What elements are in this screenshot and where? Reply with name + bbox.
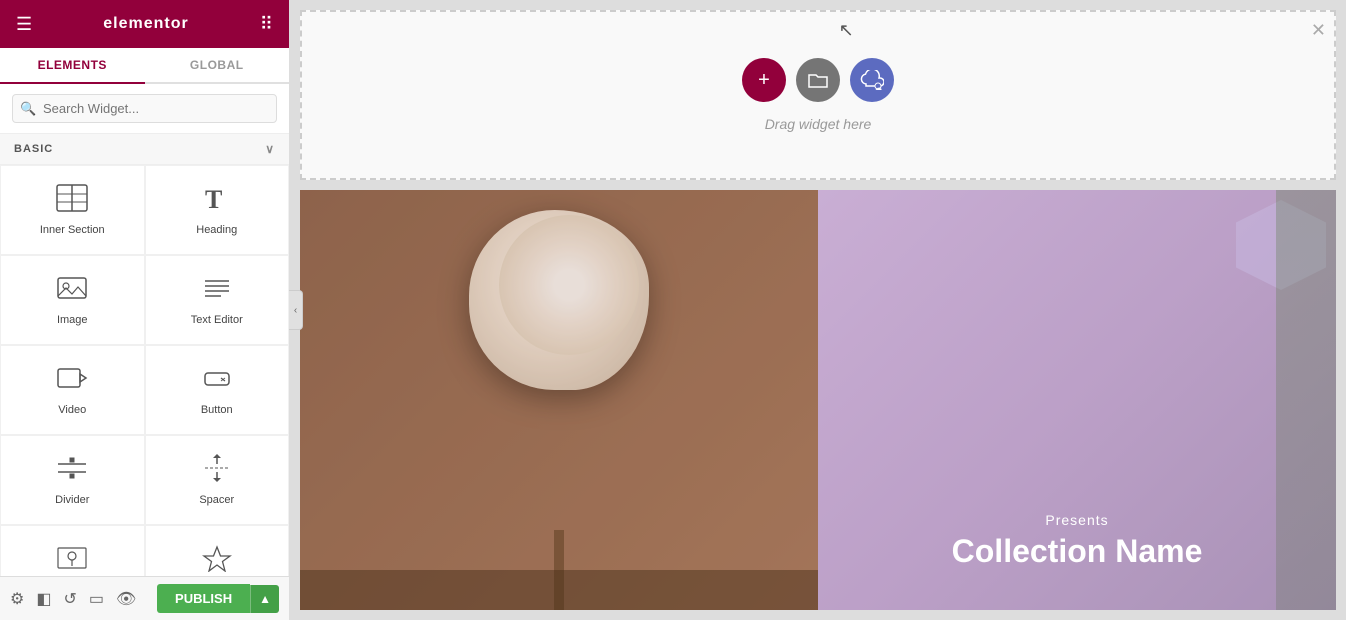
bottom-bar: ⚙ ◧ ↺ ▭ 👁 PUBLISH ▲ xyxy=(0,576,289,620)
section-label-text: BASIC xyxy=(14,143,53,155)
canvas-image-right: Presents Collection Name xyxy=(818,190,1336,610)
panel-search: 🔍 xyxy=(0,84,289,134)
spacer-icon xyxy=(201,454,233,486)
widget-heading[interactable]: T Heading xyxy=(145,165,290,255)
panel-header: ☰ elementor ⠿ xyxy=(0,0,289,48)
inner-section-icon xyxy=(56,184,88,216)
collapse-panel-handle[interactable]: ‹ xyxy=(289,290,303,330)
widget-spacer-label: Spacer xyxy=(199,494,234,506)
layers-icon[interactable]: ◧ xyxy=(36,589,51,609)
widget-icon[interactable]: Icon xyxy=(145,525,290,576)
bottom-icons: ⚙ ◧ ↺ ▭ 👁 xyxy=(10,589,136,609)
widget-divider[interactable]: Divider xyxy=(0,435,145,525)
widget-video[interactable]: Video xyxy=(0,345,145,435)
widget-divider-label: Divider xyxy=(55,494,89,506)
history-icon[interactable]: ↺ xyxy=(63,589,76,609)
chevron-down-icon: ∨ xyxy=(265,142,275,156)
canvas-image-left xyxy=(300,190,818,610)
publish-button[interactable]: PUBLISH xyxy=(157,584,250,613)
settings-icon[interactable]: ⚙ xyxy=(10,589,24,609)
panel-tabs: ELEMENTS GLOBAL xyxy=(0,48,289,84)
drag-widget-text: Drag widget here xyxy=(765,116,872,132)
star-icon xyxy=(201,544,233,576)
card-collection-name: Collection Name xyxy=(952,532,1203,570)
image-icon xyxy=(56,274,88,306)
open-folder-button[interactable] xyxy=(796,58,840,102)
widget-image-label: Image xyxy=(57,314,88,326)
widget-text-editor-label: Text Editor xyxy=(191,314,243,326)
widget-heading-label: Heading xyxy=(196,224,237,236)
map-icon xyxy=(56,544,88,576)
hamburger-icon[interactable]: ☰ xyxy=(16,14,32,35)
publish-dropdown-button[interactable]: ▲ xyxy=(250,585,279,613)
heading-icon: T xyxy=(201,184,233,216)
tab-elements[interactable]: ELEMENTS xyxy=(0,48,145,84)
eye-icon[interactable]: 👁 xyxy=(116,589,136,609)
video-icon xyxy=(56,364,88,396)
responsive-icon[interactable]: ▭ xyxy=(89,589,104,609)
brand-title: elementor xyxy=(103,15,188,33)
card-presents-text: Presents xyxy=(952,512,1203,528)
drop-zone[interactable]: ↖ + ☁ Drag widget here ✕ xyxy=(300,10,1336,180)
button-icon xyxy=(201,364,233,396)
widget-grid: Inner Section T Heading Image xyxy=(0,165,289,576)
widget-button-label: Button xyxy=(201,404,233,416)
widget-inner-section-label: Inner Section xyxy=(40,224,105,236)
widget-button[interactable]: Button xyxy=(145,345,290,435)
publish-btn-group: PUBLISH ▲ xyxy=(157,584,279,613)
add-widget-button[interactable]: + xyxy=(742,58,786,102)
search-icon: 🔍 xyxy=(20,101,36,117)
widget-video-label: Video xyxy=(58,404,86,416)
widget-inner-section[interactable]: Inner Section xyxy=(0,165,145,255)
widget-spacer[interactable]: Spacer xyxy=(145,435,290,525)
section-label[interactable]: BASIC ∨ xyxy=(0,134,289,165)
svg-text:☁: ☁ xyxy=(875,85,882,90)
canvas-area: ↖ + ☁ Drag widget here ✕ xyxy=(290,0,1346,620)
left-panel: ☰ elementor ⠿ ELEMENTS GLOBAL 🔍 BASIC ∨ xyxy=(0,0,290,620)
close-drop-zone-button[interactable]: ✕ xyxy=(1311,20,1326,41)
grid-icon[interactable]: ⠿ xyxy=(260,14,273,35)
widget-text-editor[interactable]: Text Editor xyxy=(145,255,290,345)
chevron-left-icon: ‹ xyxy=(294,305,297,316)
search-input[interactable] xyxy=(12,94,277,123)
cursor-arrow-icon: ↖ xyxy=(839,20,854,41)
tab-global[interactable]: GLOBAL xyxy=(145,48,290,84)
svg-text:T: T xyxy=(205,185,222,212)
divider-icon xyxy=(56,454,88,486)
drop-zone-buttons: + ☁ xyxy=(742,58,894,102)
widget-image[interactable]: Image xyxy=(0,255,145,345)
widget-map[interactable]: Map xyxy=(0,525,145,576)
canvas-images: Presents Collection Name xyxy=(300,190,1336,610)
right-card-content: Presents Collection Name xyxy=(952,512,1203,570)
text-editor-icon xyxy=(201,274,233,306)
cloud-button[interactable]: ☁ xyxy=(850,58,894,102)
